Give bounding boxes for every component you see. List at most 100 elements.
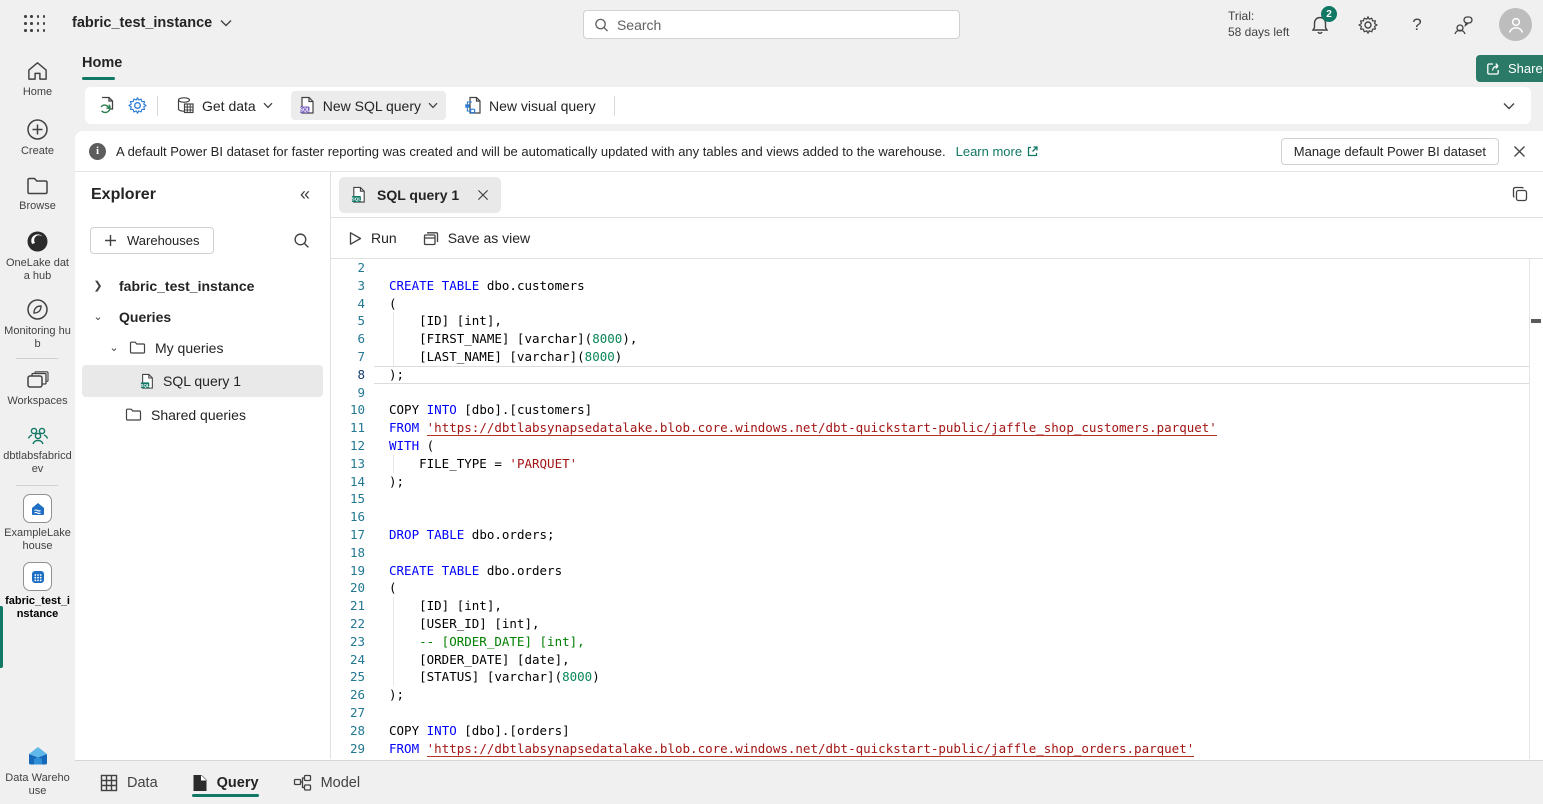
global-search[interactable] — [583, 10, 960, 39]
share-button[interactable]: Share — [1476, 55, 1543, 82]
scroll-position-marker[interactable] — [1531, 319, 1541, 323]
close-tab-button[interactable] — [477, 189, 489, 201]
copy-button[interactable] — [1512, 186, 1529, 203]
code-line[interactable]: 9 — [331, 384, 1543, 402]
tab-query[interactable]: Query — [192, 761, 259, 804]
rail-item-monitoring-hub[interactable]: Monitoring hub — [0, 298, 75, 351]
chevron-right-icon[interactable]: ❯ — [92, 279, 104, 292]
code-line[interactable]: 19CREATE TABLE dbo.orders — [331, 562, 1543, 580]
editor-scrollbar[interactable] — [1529, 259, 1543, 759]
rail-item-dbtlabsfabricdev[interactable]: dbtlabsfabricdev — [0, 424, 75, 476]
get-data-button[interactable]: Get data — [168, 91, 281, 120]
line-number: 22 — [331, 615, 374, 633]
code-line[interactable]: 4( — [331, 295, 1543, 313]
rail-item-label: fabric_test_instance — [0, 595, 75, 621]
tree-item-my-queries[interactable]: ⌄ My queries — [75, 332, 330, 363]
tree-item-shared-queries[interactable]: Shared queries — [75, 399, 330, 430]
notification-badge[interactable]: 2 — [1321, 6, 1337, 22]
rail-item-home[interactable]: Home — [0, 60, 75, 99]
rail-item-label: OneLake data hub — [0, 257, 75, 283]
refresh-source-button[interactable] — [97, 96, 117, 116]
query-tab[interactable]: SQL SQL query 1 — [339, 177, 501, 213]
code-line[interactable]: 20( — [331, 579, 1543, 597]
code-line[interactable]: 5 [ID] [int], — [331, 312, 1543, 330]
code-editor-area[interactable]: 23CREATE TABLE dbo.customers4(5 [ID] [in… — [331, 259, 1543, 759]
search-input[interactable] — [617, 17, 949, 33]
banner-close-button[interactable] — [1509, 141, 1529, 161]
workspace-switcher[interactable]: fabric_test_instance — [72, 15, 232, 31]
code-line[interactable]: 27 — [331, 704, 1543, 722]
code-line[interactable]: 29FROM 'https://dbtlabsynapsedatalake.bl… — [331, 740, 1543, 758]
code-line[interactable]: 11FROM 'https://dbtlabsynapsedatalake.bl… — [331, 419, 1543, 437]
chevron-down-icon[interactable]: ⌄ — [108, 341, 120, 354]
code-line[interactable]: 13 FILE_TYPE = 'PARQUET' — [331, 455, 1543, 473]
code-line[interactable]: 14); — [331, 473, 1543, 491]
ribbon-expand-button[interactable] — [1499, 96, 1519, 116]
query-settings-button[interactable] — [127, 96, 147, 116]
trial-days-left: 58 days left — [1228, 24, 1289, 40]
collapse-panel-button[interactable]: « — [300, 184, 310, 205]
app-launcher-icon[interactable] — [24, 15, 46, 33]
tree-item-warehouse[interactable]: ❯ fabric_test_instance — [75, 270, 330, 301]
code-line[interactable]: 21 [ID] [int], — [331, 597, 1543, 615]
line-number: 25 — [331, 668, 374, 686]
explorer-search-icon[interactable] — [293, 232, 310, 249]
code-line[interactable]: 26); — [331, 686, 1543, 704]
code-line[interactable]: 12WITH ( — [331, 437, 1543, 455]
code-line[interactable]: 10COPY INTO [dbo].[customers] — [331, 401, 1543, 419]
code-line[interactable]: 23 -- [ORDER_DATE] [int], — [331, 633, 1543, 651]
plus-icon — [104, 234, 117, 247]
rail-item-workspaces[interactable]: Workspaces — [0, 370, 75, 408]
help-button[interactable]: ? — [1406, 14, 1428, 36]
code-line[interactable]: 2 — [331, 259, 1543, 277]
share-label: Share — [1508, 61, 1543, 76]
new-visual-query-button[interactable]: New visual query — [456, 91, 604, 120]
code-line[interactable]: 16 — [331, 508, 1543, 526]
code-line[interactable]: 24 [ORDER_DATE] [date], — [331, 651, 1543, 669]
code-line[interactable]: 7 [LAST_NAME] [varchar](8000) — [331, 348, 1543, 366]
settings-button[interactable] — [1357, 14, 1379, 36]
rail-item-examplelakehouse[interactable]: ExampleLakehouse — [0, 494, 75, 553]
code-line[interactable]: 28COPY INTO [dbo].[orders] — [331, 722, 1543, 740]
code-line[interactable]: 22 [USER_ID] [int], — [331, 615, 1543, 633]
code-line[interactable]: 6 [FIRST_NAME] [varchar](8000), — [331, 330, 1543, 348]
rail-item-browse[interactable]: Browse — [0, 176, 75, 213]
rail-item-onelake-data-hub[interactable]: OneLake data hub — [0, 230, 75, 283]
account-avatar[interactable] — [1499, 8, 1532, 41]
code-line[interactable]: 15 — [331, 490, 1543, 508]
code-line[interactable]: 25 [STATUS] [varchar](8000) — [331, 668, 1543, 686]
run-button[interactable]: Run — [349, 230, 397, 246]
new-sql-query-button[interactable]: SQL New SQL query — [291, 91, 446, 120]
rail-item-label: Data Warehouse — [0, 772, 75, 798]
learn-more-link[interactable]: Learn more — [956, 144, 1039, 159]
feedback-button[interactable] — [1452, 14, 1474, 36]
code-line[interactable]: 17DROP TABLE dbo.orders; — [331, 526, 1543, 544]
rail-item-create[interactable]: Create — [0, 118, 75, 158]
code-line-text — [374, 259, 389, 277]
save-as-view-button[interactable]: Save as view — [423, 230, 530, 246]
code-line[interactable]: 18 — [331, 544, 1543, 562]
line-number: 6 — [331, 330, 374, 348]
code-line-text: [ID] [int], — [374, 597, 502, 615]
line-number: 24 — [331, 651, 374, 669]
tab-model[interactable]: Model — [293, 761, 361, 804]
get-data-label: Get data — [202, 98, 256, 114]
tree-item-queries[interactable]: ⌄ Queries — [75, 301, 330, 332]
manage-dataset-button[interactable]: Manage default Power BI dataset — [1281, 138, 1499, 165]
tab-data[interactable]: Data — [100, 761, 158, 804]
code-line-text: ); — [374, 366, 404, 384]
rail-item-label: Browse — [0, 200, 75, 213]
onelake-icon — [0, 230, 75, 253]
svg-text:SQL: SQL — [352, 196, 362, 201]
code-line-text — [374, 384, 389, 402]
tree-item-sql-query-1[interactable]: SQL SQL query 1 — [82, 365, 323, 397]
rail-item-fabric-test-instance[interactable]: fabric_test_instance — [0, 562, 75, 621]
add-warehouses-button[interactable]: Warehouses — [90, 227, 214, 254]
warehouses-label: Warehouses — [127, 233, 200, 248]
rail-item-data-warehouse[interactable]: Data Warehouse — [0, 744, 75, 798]
code-line[interactable]: 8); — [331, 366, 1543, 384]
chevron-down-icon[interactable]: ⌄ — [92, 310, 104, 323]
code-line[interactable]: 3CREATE TABLE dbo.customers — [331, 277, 1543, 295]
query-document-icon — [192, 774, 208, 792]
tab-home[interactable]: Home — [82, 55, 122, 71]
